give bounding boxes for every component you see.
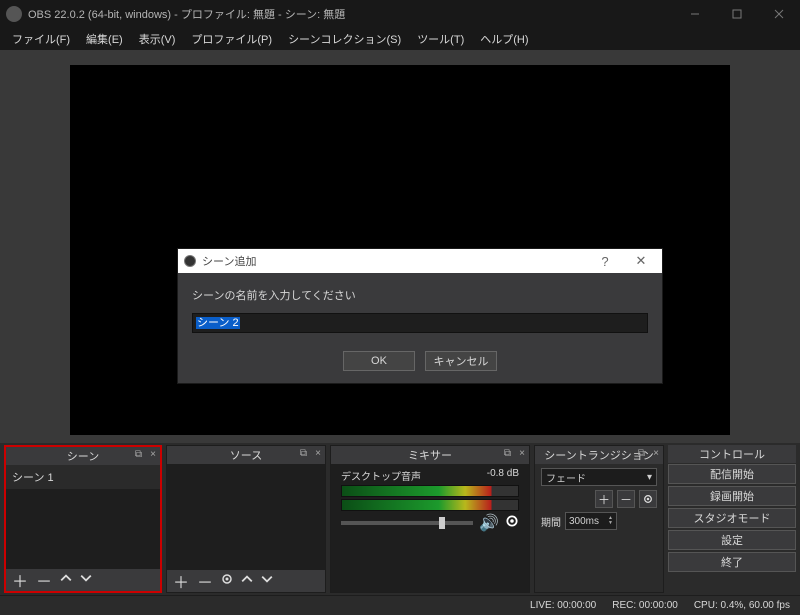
menu-help[interactable]: ヘルプ(H)	[472, 29, 536, 49]
dock-controls: コントロール 配信開始 録画開始 スタジオモード 設定 終了	[668, 445, 796, 593]
dialog-title: シーン追加	[202, 253, 256, 269]
move-up-button[interactable]	[60, 571, 72, 589]
minimize-button[interactable]	[674, 0, 716, 28]
studio-mode-button[interactable]: スタジオモード	[668, 508, 796, 528]
menu-view[interactable]: 表示(V)	[131, 29, 184, 49]
popout-icon[interactable]: ⧉	[135, 449, 142, 460]
mixer-channel: デスクトップ音声 -0.8 dB 🔊	[331, 464, 529, 537]
dock-mixer: ミキサー ⧉ × デスクトップ音声 -0.8 dB 🔊	[330, 445, 530, 593]
dock-scenes-header: シーン ⧉ ×	[6, 447, 160, 465]
speaker-icon[interactable]: 🔊	[479, 513, 499, 533]
dock-sources: ソース ⧉ × ＋ －	[166, 445, 326, 593]
scene-name-value: シーン 2	[196, 317, 240, 329]
move-down-button[interactable]	[261, 572, 273, 590]
menu-edit[interactable]: 編集(E)	[78, 29, 131, 49]
dock-transition: シーントランジション ⧉ × フェード ▾ ＋ － 期間 300ms ▲▼	[534, 445, 664, 593]
dock-scenes: シーン ⧉ × シーン 1 ＋ －	[4, 445, 162, 593]
transition-mode: フェード	[546, 470, 586, 485]
menu-file[interactable]: ファイル(F)	[4, 29, 78, 49]
window-titlebar: OBS 22.0.2 (64-bit, windows) - プロファイル: 無…	[0, 0, 800, 28]
ok-button[interactable]: OK	[343, 351, 415, 371]
add-transition-button[interactable]: ＋	[595, 490, 613, 508]
popout-icon[interactable]: ⧉	[638, 448, 645, 459]
dock-scenes-title: シーン	[67, 448, 99, 464]
status-cpu: CPU: 0.4%, 60.00 fps	[694, 600, 790, 611]
sources-list[interactable]	[167, 464, 325, 570]
chevron-down-icon: ▾	[647, 472, 652, 483]
menu-tools[interactable]: ツール(T)	[409, 29, 472, 49]
close-icon[interactable]: ×	[519, 448, 525, 459]
dock-mixer-header: ミキサー ⧉ ×	[331, 446, 529, 464]
cancel-button[interactable]: キャンセル	[425, 351, 497, 371]
status-rec: REC: 00:00:00	[612, 600, 678, 611]
app-icon	[6, 6, 22, 22]
move-up-button[interactable]	[241, 572, 253, 590]
dock-controls-title: コントロール	[699, 446, 765, 462]
settings-button[interactable]: 設定	[668, 530, 796, 550]
menu-scenecollection[interactable]: シーンコレクション(S)	[280, 29, 409, 49]
popout-icon[interactable]: ⧉	[504, 448, 511, 459]
dock-transition-header: シーントランジション ⧉ ×	[535, 446, 663, 464]
add-source-button[interactable]: ＋	[173, 569, 189, 593]
transition-settings-button[interactable]	[639, 490, 657, 508]
channel-name: デスクトップ音声	[341, 468, 421, 483]
level-meter	[341, 485, 519, 497]
scene-name-input[interactable]: シーン 2	[192, 313, 648, 333]
close-icon[interactable]: ×	[653, 448, 659, 459]
source-settings-button[interactable]	[221, 572, 233, 590]
close-button[interactable]	[758, 0, 800, 28]
duration-value: 300ms	[569, 516, 599, 527]
dialog-close-button[interactable]: ✕	[626, 253, 656, 269]
level-meter	[341, 499, 519, 511]
menu-profile[interactable]: プロファイル(P)	[183, 29, 280, 49]
status-live: LIVE: 00:00:00	[530, 600, 596, 611]
close-icon[interactable]: ×	[150, 449, 156, 460]
menubar: ファイル(F) 編集(E) 表示(V) プロファイル(P) シーンコレクション(…	[0, 28, 800, 50]
dock-mixer-title: ミキサー	[408, 447, 452, 463]
dialog-app-icon	[184, 255, 196, 267]
dialog-help-button[interactable]: ?	[590, 254, 620, 269]
channel-level: -0.8 dB	[487, 468, 519, 483]
channel-settings-button[interactable]	[505, 514, 519, 533]
start-stream-button[interactable]: 配信開始	[668, 464, 796, 484]
transition-select[interactable]: フェード ▾	[541, 468, 657, 486]
dock-sources-title: ソース	[230, 447, 262, 463]
remove-source-button[interactable]: －	[197, 569, 213, 593]
dock-controls-header: コントロール	[668, 445, 796, 463]
move-down-button[interactable]	[80, 571, 92, 589]
close-icon[interactable]: ×	[315, 448, 321, 459]
remove-transition-button[interactable]: －	[617, 490, 635, 508]
start-record-button[interactable]: 録画開始	[668, 486, 796, 506]
maximize-button[interactable]	[716, 0, 758, 28]
remove-scene-button[interactable]: －	[36, 568, 52, 592]
scene-item[interactable]: シーン 1	[6, 465, 160, 489]
add-scene-dialog: シーン追加 ? ✕ シーンの名前を入力してください シーン 2 OK キャンセル	[177, 248, 663, 384]
duration-input[interactable]: 300ms ▲▼	[565, 512, 617, 530]
window-title: OBS 22.0.2 (64-bit, windows) - プロファイル: 無…	[28, 6, 674, 22]
dock-sources-header: ソース ⧉ ×	[167, 446, 325, 464]
preview-area	[0, 50, 800, 443]
popout-icon[interactable]: ⧉	[300, 448, 307, 459]
exit-button[interactable]: 終了	[668, 552, 796, 572]
volume-slider[interactable]	[341, 521, 473, 525]
add-scene-button[interactable]: ＋	[12, 568, 28, 592]
dialog-prompt: シーンの名前を入力してください	[192, 287, 648, 303]
scenes-list[interactable]: シーン 1	[6, 465, 160, 569]
statusbar: LIVE: 00:00:00 REC: 00:00:00 CPU: 0.4%, …	[0, 595, 800, 615]
duration-label: 期間	[541, 514, 561, 529]
